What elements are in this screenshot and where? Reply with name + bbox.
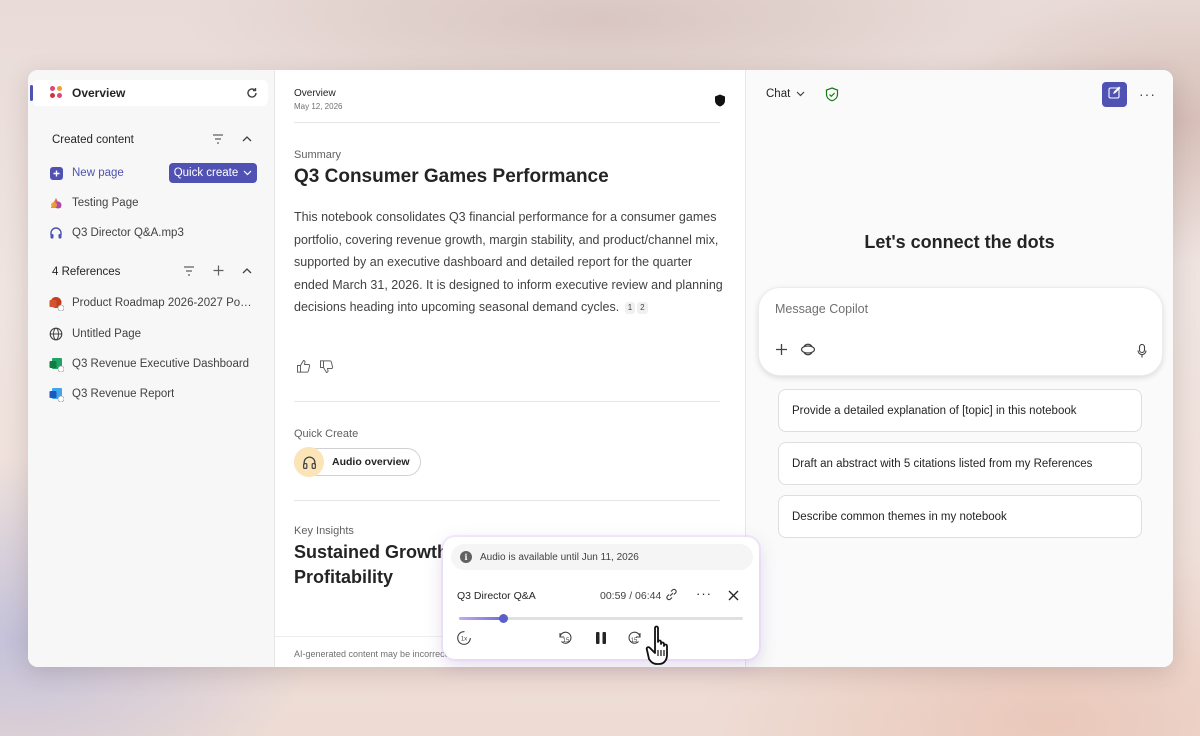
sidebar-item-overview[interactable]: Overview (30, 80, 268, 106)
thumbs-up-icon[interactable] (296, 359, 311, 379)
close-icon[interactable] (728, 588, 739, 606)
created-content-header[interactable]: Created content (52, 133, 252, 147)
headphones-icon (48, 225, 64, 241)
sidebar: Overview Created content New page Quick … (28, 70, 275, 667)
sidebar-overview-label: Overview (72, 86, 126, 100)
chat-panel: Chat ··· Let's connect the dots Provide … (746, 70, 1173, 667)
reference-label: Q3 Revenue Executive Dashboard (72, 358, 250, 370)
headphones-icon (294, 447, 324, 477)
quick-create-label: Quick Create (294, 428, 359, 440)
quick-create-label: Quick create (173, 167, 239, 179)
divider (294, 122, 720, 123)
reference-item-untitled[interactable]: Untitled Page (48, 323, 263, 345)
word-icon (48, 386, 64, 402)
globe-icon (48, 326, 64, 342)
playback-speed-icon[interactable]: 1x (456, 630, 472, 651)
sidebar-item-audio-file[interactable]: Q3 Director Q&A.mp3 (48, 222, 263, 244)
add-icon (48, 165, 64, 181)
audio-overview-button[interactable]: Audio overview (294, 447, 421, 477)
skip-forward-icon[interactable]: 15 (627, 630, 643, 651)
chevron-up-icon[interactable] (242, 134, 252, 146)
reference-label: Product Roadmap 2026-2027 Posi... (72, 297, 252, 309)
divider (294, 500, 720, 501)
audio-overview-label: Audio overview (332, 456, 410, 468)
quick-create-button[interactable]: Quick create (169, 163, 257, 183)
filter-icon[interactable] (183, 265, 195, 279)
ai-disclaimer: AI-generated content may be incorrect (294, 649, 448, 659)
created-content-title: Created content (52, 134, 134, 146)
audio-player: i Audio is available until Jun 11, 2026 … (443, 537, 759, 659)
suggestion-chip[interactable]: Draft an abstract with 5 citations liste… (778, 442, 1142, 485)
progress-track[interactable] (459, 614, 743, 623)
message-input[interactable] (775, 302, 1125, 316)
pause-icon[interactable] (593, 630, 609, 651)
reference-label: Q3 Revenue Report (72, 388, 175, 400)
sidebar-item-label: Q3 Director Q&A.mp3 (72, 227, 184, 239)
references-header[interactable]: 4 References (52, 265, 252, 279)
progress-fill (459, 617, 503, 620)
microphone-icon[interactable] (1137, 343, 1147, 363)
chevron-up-icon[interactable] (242, 266, 252, 278)
summary-body: This notebook consolidates Q3 financial … (294, 210, 723, 314)
skip-back-label: 15 (563, 638, 570, 644)
new-chat-button[interactable] (1102, 82, 1127, 107)
playback-controls: 1x 15 15 (443, 630, 759, 650)
page-title: Q3 Consumer Games Performance (294, 166, 609, 187)
availability-banner: i Audio is available until Jun 11, 2026 (451, 544, 753, 570)
compose-icon (1108, 86, 1121, 104)
shield-check-icon[interactable] (825, 87, 839, 107)
divider (294, 401, 720, 402)
availability-text: Audio is available until Jun 11, 2026 (480, 551, 639, 563)
page-icon (48, 195, 64, 211)
audio-time: 00:59 / 06:44 (600, 590, 662, 602)
chevron-down-icon (243, 167, 252, 179)
new-page-label: New page (72, 167, 124, 179)
citation-badge[interactable]: 1 (624, 301, 636, 314)
audio-title: Q3 Director Q&A (457, 590, 536, 602)
link-icon[interactable] (664, 587, 679, 607)
hand-cursor-icon (645, 624, 679, 671)
key-insights-label: Key Insights (294, 525, 354, 537)
excel-icon (48, 356, 64, 372)
chat-mode-dropdown[interactable]: Chat (766, 88, 805, 100)
summary-label: Summary (294, 149, 342, 161)
refresh-icon[interactable] (244, 85, 260, 101)
page-date: May 12, 2026 (294, 102, 343, 111)
breadcrumb: Overview (294, 88, 336, 99)
sidebar-item-testing-page[interactable]: Testing Page (48, 192, 263, 214)
more-options-icon[interactable]: ··· (696, 586, 712, 601)
suggestion-chip[interactable]: Describe common themes in my notebook (778, 495, 1142, 538)
filter-icon[interactable] (212, 133, 224, 147)
reference-item-roadmap[interactable]: Product Roadmap 2026-2027 Posi... (48, 292, 263, 314)
selected-indicator (30, 85, 33, 101)
chat-mode-label: Chat (766, 88, 791, 100)
feedback-buttons (296, 359, 334, 379)
apps-icon (49, 85, 63, 104)
info-icon: i (460, 551, 472, 563)
reasoning-icon[interactable] (800, 343, 816, 361)
more-options-icon[interactable]: ··· (1139, 86, 1156, 102)
powerpoint-icon (48, 295, 64, 311)
suggestion-chip[interactable]: Provide a detailed explanation of [topic… (778, 389, 1142, 432)
shield-icon[interactable] (714, 94, 726, 112)
chevron-down-icon (796, 88, 805, 100)
reference-item-report[interactable]: Q3 Revenue Report (48, 383, 263, 405)
thumbs-down-icon[interactable] (319, 359, 334, 379)
sidebar-item-label: Testing Page (72, 197, 139, 209)
message-composer (758, 287, 1163, 376)
skip-back-icon[interactable]: 15 (557, 630, 573, 651)
composer-tools (775, 343, 816, 361)
playback-speed-label: 1x (461, 637, 467, 643)
references-title: 4 References (52, 266, 121, 278)
reference-item-dashboard[interactable]: Q3 Revenue Executive Dashboard (48, 353, 263, 375)
add-icon[interactable] (775, 343, 788, 361)
progress-handle[interactable] (498, 614, 508, 623)
reference-label: Untitled Page (72, 328, 142, 340)
citation-badge[interactable]: 2 (637, 301, 648, 314)
chat-heading: Let's connect the dots (864, 232, 1055, 252)
add-reference-icon[interactable] (213, 265, 224, 279)
summary-text: This notebook consolidates Q3 financial … (294, 206, 724, 319)
skip-forward-label: 15 (631, 638, 638, 644)
